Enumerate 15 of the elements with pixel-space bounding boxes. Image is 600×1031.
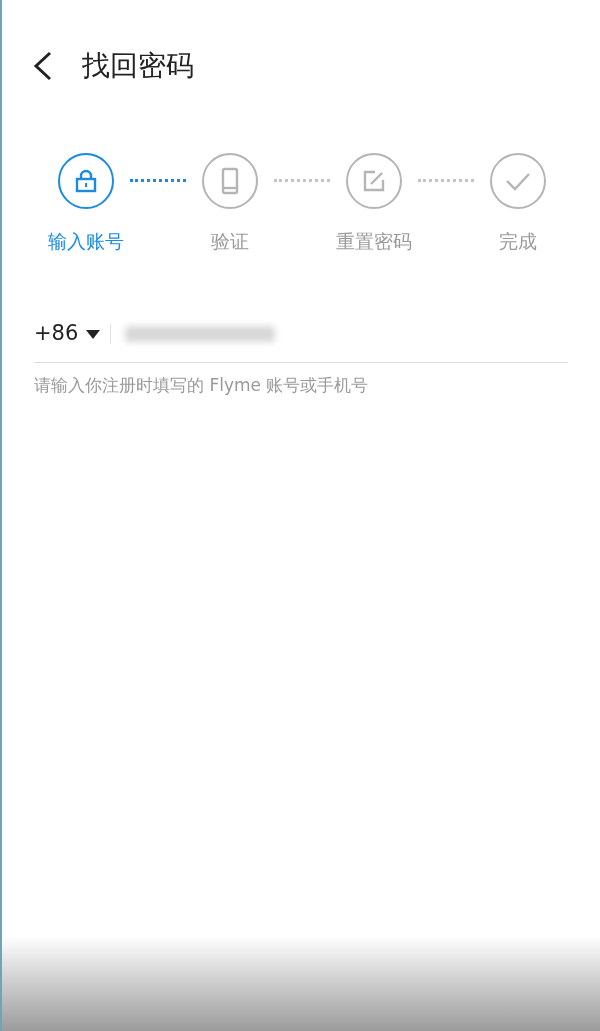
lock-icon [75,169,97,193]
step-label: 完成 [499,229,537,254]
check-icon [505,171,531,191]
phone-icon [221,167,239,195]
hint-text: 请输入你注册时填写的 Flyme 账号或手机号 [34,373,370,397]
country-code-dropdown[interactable]: +86 [34,318,101,350]
edit-icon [362,169,386,193]
dotted-connector [130,179,186,182]
page-title: 找回密码 [82,48,194,84]
step-label: 重置密码 [336,229,412,254]
step-label: 输入账号 [48,229,124,254]
dotted-connector [418,179,474,182]
dotted-connector [274,179,330,182]
step-label: 验证 [211,229,249,254]
caret-icon [86,329,101,339]
